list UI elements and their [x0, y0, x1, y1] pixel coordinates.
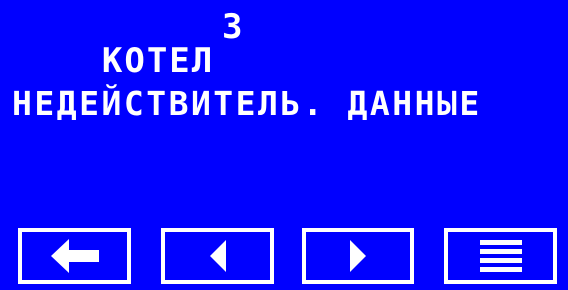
lcd-screen: КОТЕЛ 3 НЕДЕЙСТВИТЕЛЬ. ДАННЫЕ [0, 0, 568, 290]
triangle-right-icon [350, 240, 366, 272]
triangle-left-icon [209, 240, 226, 272]
previous-button[interactable] [161, 228, 274, 284]
menu-button[interactable] [444, 228, 557, 284]
title-line: КОТЕЛ 3 [12, 10, 243, 146]
next-button[interactable] [302, 228, 414, 284]
back-button[interactable] [18, 228, 131, 284]
boiler-title: КОТЕЛ [101, 41, 215, 81]
menu-icon [479, 240, 522, 272]
status-message: НЕДЕЙСТВИТЕЛЬ. ДАННЫЕ [12, 84, 482, 123]
boiler-number: 3 [222, 7, 245, 47]
back-arrow-icon [50, 239, 99, 273]
